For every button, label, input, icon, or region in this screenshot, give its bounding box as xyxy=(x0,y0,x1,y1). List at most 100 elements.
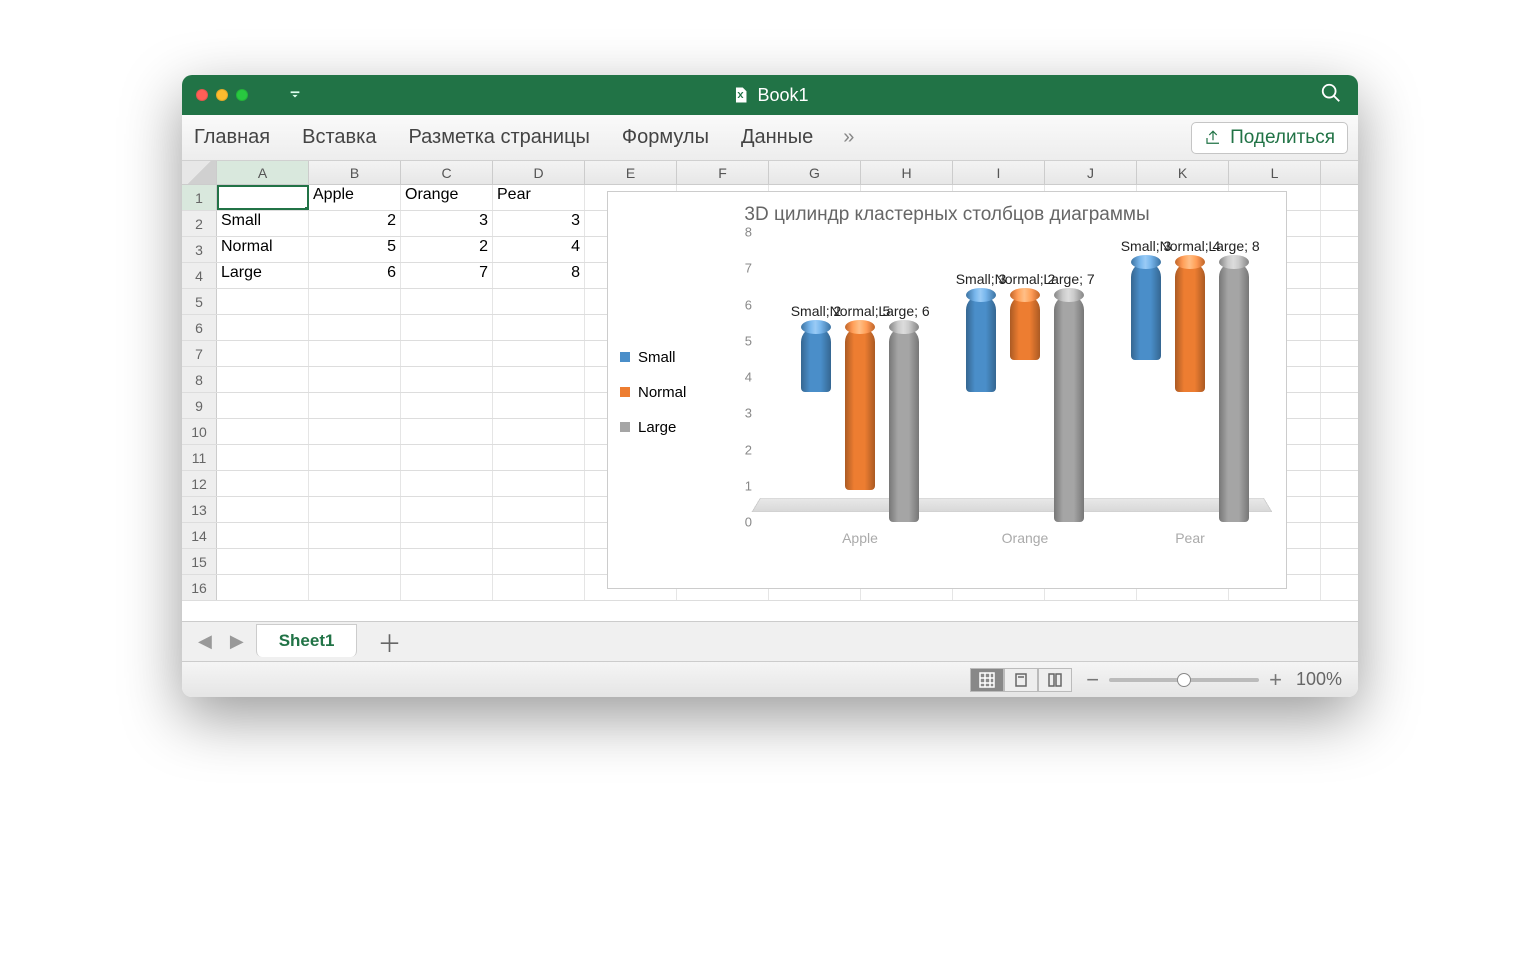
close-button[interactable] xyxy=(196,89,208,101)
cell-D11[interactable] xyxy=(493,445,585,470)
cell-B2[interactable]: 2 xyxy=(309,211,401,236)
bar-apple-small[interactable]: Small; 2 xyxy=(801,327,831,392)
cell-D4[interactable]: 8 xyxy=(493,263,585,288)
cell-A8[interactable] xyxy=(217,367,309,392)
tab-insert[interactable]: Вставка xyxy=(300,122,378,153)
legend-item-large[interactable]: Large xyxy=(620,419,730,436)
row-header-9[interactable]: 9 xyxy=(182,393,217,418)
column-header-L[interactable]: L xyxy=(1229,161,1321,184)
cell-B16[interactable] xyxy=(309,575,401,600)
view-page-break-button[interactable] xyxy=(1038,668,1072,692)
row-header-3[interactable]: 3 xyxy=(182,237,217,262)
column-header-K[interactable]: K xyxy=(1137,161,1229,184)
cell-C4[interactable]: 7 xyxy=(401,263,493,288)
cell-B8[interactable] xyxy=(309,367,401,392)
cell-B13[interactable] xyxy=(309,497,401,522)
cell-D16[interactable] xyxy=(493,575,585,600)
cell-C6[interactable] xyxy=(401,315,493,340)
row-header-11[interactable]: 11 xyxy=(182,445,217,470)
cell-C11[interactable] xyxy=(401,445,493,470)
cell-D1[interactable]: Pear xyxy=(493,185,585,210)
column-header-J[interactable]: J xyxy=(1045,161,1137,184)
cell-A13[interactable] xyxy=(217,497,309,522)
cell-C1[interactable]: Orange xyxy=(401,185,493,210)
cell-A1[interactable] xyxy=(217,185,309,210)
zoom-slider[interactable] xyxy=(1109,678,1259,682)
cell-C14[interactable] xyxy=(401,523,493,548)
column-header-D[interactable]: D xyxy=(493,161,585,184)
minimize-button[interactable] xyxy=(216,89,228,101)
bar-orange-small[interactable]: Small; 3 xyxy=(966,295,996,393)
view-normal-button[interactable] xyxy=(970,668,1004,692)
zoom-in-button[interactable]: + xyxy=(1269,667,1282,693)
worksheet-grid[interactable]: ABCDEFGHIJKL 1AppleOrangePear2Small2333N… xyxy=(182,161,1358,621)
cell-A16[interactable] xyxy=(217,575,309,600)
column-header-I[interactable]: I xyxy=(953,161,1045,184)
bar-apple-normal[interactable]: Normal; 5 xyxy=(845,327,875,490)
tab-home[interactable]: Главная xyxy=(192,122,272,153)
cell-A9[interactable] xyxy=(217,393,309,418)
embedded-chart[interactable]: 3D цилиндр кластерных столбцов диаграммы… xyxy=(607,191,1287,589)
view-page-layout-button[interactable] xyxy=(1004,668,1038,692)
cell-B14[interactable] xyxy=(309,523,401,548)
prev-sheet-arrow[interactable]: ◀ xyxy=(192,631,218,652)
cell-C3[interactable]: 2 xyxy=(401,237,493,262)
maximize-button[interactable] xyxy=(236,89,248,101)
cell-B12[interactable] xyxy=(309,471,401,496)
bar-pear-normal[interactable]: Normal; 4 xyxy=(1175,262,1205,392)
cell-D10[interactable] xyxy=(493,419,585,444)
row-header-16[interactable]: 16 xyxy=(182,575,217,600)
cell-A3[interactable]: Normal xyxy=(217,237,309,262)
select-all-corner[interactable] xyxy=(182,161,217,184)
cell-C13[interactable] xyxy=(401,497,493,522)
bar-apple-large[interactable]: Large; 6 xyxy=(889,327,919,522)
tab-formulas[interactable]: Формулы xyxy=(620,122,711,153)
row-header-12[interactable]: 12 xyxy=(182,471,217,496)
cell-B1[interactable]: Apple xyxy=(309,185,401,210)
cell-D8[interactable] xyxy=(493,367,585,392)
sheet-tab-active[interactable]: Sheet1 xyxy=(256,624,358,657)
tab-data[interactable]: Данные xyxy=(739,122,815,153)
column-header-F[interactable]: F xyxy=(677,161,769,184)
column-header-E[interactable]: E xyxy=(585,161,677,184)
cell-D2[interactable]: 3 xyxy=(493,211,585,236)
row-header-14[interactable]: 14 xyxy=(182,523,217,548)
bar-pear-large[interactable]: Large; 8 xyxy=(1219,262,1249,522)
zoom-level[interactable]: 100% xyxy=(1296,669,1342,690)
cell-A4[interactable]: Large xyxy=(217,263,309,288)
legend-item-small[interactable]: Small xyxy=(620,349,730,366)
cell-D9[interactable] xyxy=(493,393,585,418)
row-header-6[interactable]: 6 xyxy=(182,315,217,340)
cell-C7[interactable] xyxy=(401,341,493,366)
zoom-out-button[interactable]: − xyxy=(1086,667,1099,693)
cell-B7[interactable] xyxy=(309,341,401,366)
row-header-15[interactable]: 15 xyxy=(182,549,217,574)
row-header-7[interactable]: 7 xyxy=(182,341,217,366)
cell-C2[interactable]: 3 xyxy=(401,211,493,236)
zoom-thumb[interactable] xyxy=(1177,673,1191,687)
cell-D14[interactable] xyxy=(493,523,585,548)
cell-C12[interactable] xyxy=(401,471,493,496)
row-header-1[interactable]: 1 xyxy=(182,185,217,210)
add-sheet-button[interactable]: ＋ xyxy=(363,624,415,659)
cell-B11[interactable] xyxy=(309,445,401,470)
cell-D7[interactable] xyxy=(493,341,585,366)
cell-A5[interactable] xyxy=(217,289,309,314)
cell-A15[interactable] xyxy=(217,549,309,574)
cell-C8[interactable] xyxy=(401,367,493,392)
row-header-8[interactable]: 8 xyxy=(182,367,217,392)
column-header-H[interactable]: H xyxy=(861,161,953,184)
cell-D6[interactable] xyxy=(493,315,585,340)
cell-B9[interactable] xyxy=(309,393,401,418)
column-header-B[interactable]: B xyxy=(309,161,401,184)
cell-B10[interactable] xyxy=(309,419,401,444)
cell-C10[interactable] xyxy=(401,419,493,444)
column-header-G[interactable]: G xyxy=(769,161,861,184)
cell-B5[interactable] xyxy=(309,289,401,314)
bar-pear-small[interactable]: Small; 3 xyxy=(1131,262,1161,360)
column-header-A[interactable]: A xyxy=(217,161,309,184)
cell-A11[interactable] xyxy=(217,445,309,470)
bar-orange-normal[interactable]: Normal; 2 xyxy=(1010,295,1040,360)
cell-A6[interactable] xyxy=(217,315,309,340)
cell-C5[interactable] xyxy=(401,289,493,314)
